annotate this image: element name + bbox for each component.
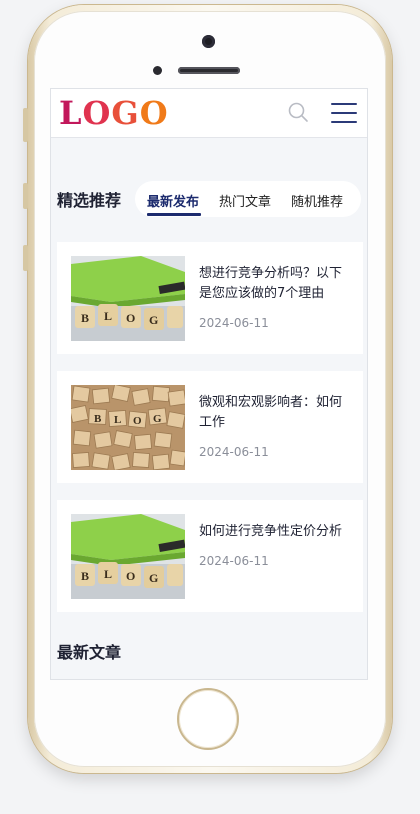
tab-latest[interactable]: 最新发布: [147, 191, 199, 210]
svg-text:L: L: [104, 567, 112, 581]
site-logo[interactable]: LOGO: [59, 94, 169, 132]
menu-icon-bar: [331, 121, 357, 123]
search-icon: [288, 102, 308, 122]
section-title-featured: 精选推荐: [57, 191, 122, 210]
logo-letter: G: [111, 94, 140, 132]
article-thumbnail[interactable]: B L O G: [71, 385, 185, 470]
article-thumbnail[interactable]: B L O G: [71, 514, 185, 599]
svg-text:O: O: [126, 311, 135, 325]
article-title[interactable]: 如何进行竞争性定价分析: [199, 522, 349, 542]
svg-text:B: B: [81, 569, 89, 583]
article-date: 2024-06-11: [199, 554, 269, 568]
article-card[interactable]: B L O G 如何进行竞争性定价分析 2024-06-11: [57, 500, 363, 612]
menu-icon-bar: [331, 112, 357, 114]
active-tab-indicator: [147, 213, 201, 216]
menu-button[interactable]: [331, 103, 357, 123]
svg-text:L: L: [104, 309, 112, 323]
site-header: LOGO: [51, 89, 367, 138]
tab-popular[interactable]: 热门文章: [219, 191, 271, 210]
article-card[interactable]: B L O G 想进行竞争分析吗？以下是您应该做的7个理由 2024-06-11: [57, 242, 363, 354]
section-title-latest: 最新文章: [57, 643, 122, 662]
menu-icon-bar: [331, 103, 357, 105]
phone-volume-up-button: [23, 183, 28, 209]
phone-screen: LOGO 精选推荐 最新发布 热门文章 随机推荐 B L O G 想进行竞争分析…: [50, 88, 368, 680]
phone-volume-down-button: [23, 245, 28, 271]
svg-text:O: O: [133, 415, 142, 427]
article-thumbnail[interactable]: B L O G: [71, 256, 185, 341]
home-button[interactable]: [177, 688, 239, 750]
article-date: 2024-06-11: [199, 316, 269, 330]
article-card[interactable]: B L O G 微观和宏观影响者：如何工作 2024-06-11: [57, 371, 363, 483]
article-title[interactable]: 微观和宏观影响者：如何工作: [199, 393, 349, 433]
logo-letter: O: [139, 94, 169, 132]
svg-text:O: O: [126, 569, 135, 583]
svg-text:G: G: [149, 313, 158, 327]
svg-text:G: G: [153, 413, 162, 425]
search-button[interactable]: [287, 101, 309, 123]
logo-letter: L: [59, 94, 83, 132]
svg-text:L: L: [114, 414, 121, 426]
logo-letter: O: [82, 94, 112, 132]
featured-section-header: 精选推荐 最新发布 热门文章 随机推荐: [51, 181, 367, 217]
proximity-sensor: [153, 66, 162, 75]
earpiece-speaker: [178, 67, 240, 74]
article-title[interactable]: 想进行竞争分析吗？以下是您应该做的7个理由: [199, 264, 349, 304]
svg-text:B: B: [94, 413, 102, 425]
front-camera: [202, 35, 215, 48]
svg-text:B: B: [81, 311, 89, 325]
svg-text:G: G: [149, 571, 158, 585]
article-date: 2024-06-11: [199, 445, 269, 459]
phone-mute-button: [23, 108, 28, 142]
tab-random[interactable]: 随机推荐: [291, 191, 343, 210]
featured-tabs: 最新发布 热门文章 随机推荐: [135, 181, 361, 217]
